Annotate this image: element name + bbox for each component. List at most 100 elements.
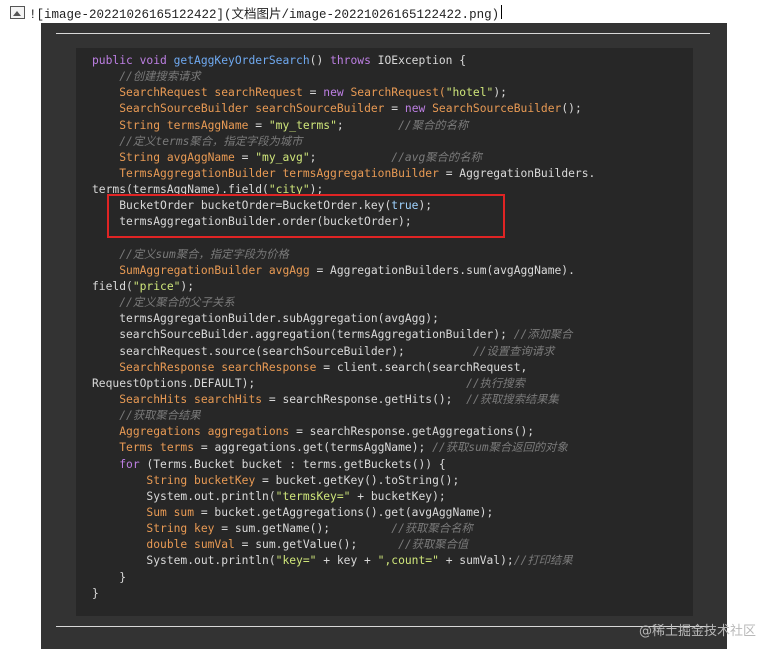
code-token: String avgAggName bbox=[119, 150, 235, 164]
code-token: = searchResponse.getHits(); bbox=[262, 392, 467, 406]
code-token: = aggregations.get(termsAggName); bbox=[194, 441, 433, 455]
code-token: //获取聚合值 bbox=[398, 538, 469, 552]
code-token: String bucketKey bbox=[146, 473, 256, 487]
code-token: ",count=" bbox=[377, 554, 439, 568]
code-line: //定义sum聚合，指定字段为价格 bbox=[92, 247, 595, 263]
top-divider bbox=[56, 33, 710, 34]
code-line: searchRequest.source(searchSourceBuilder… bbox=[92, 344, 595, 360]
code-token: SearchRequest searchRequest bbox=[119, 86, 303, 100]
code-token: ; bbox=[336, 118, 399, 132]
code-token: //聚合的名称 bbox=[398, 118, 469, 132]
code-line: SearchRequest searchRequest = new Search… bbox=[92, 85, 595, 101]
code-token: () bbox=[309, 54, 331, 67]
code-token: = AggregationBuilders. bbox=[438, 166, 596, 180]
code-token: //获取聚合结果 bbox=[119, 409, 201, 423]
code-line: System.out.println("key=" + key + ",coun… bbox=[92, 553, 595, 569]
code-token: = bbox=[384, 102, 405, 116]
markdown-image-text[interactable]: ![image-20221026165122422](文档图片/image-20… bbox=[29, 3, 499, 22]
code-token: SumAggregationBuilder avgAgg bbox=[119, 263, 310, 277]
code-token: double sumVal bbox=[146, 538, 235, 552]
code-line: SearchSourceBuilder searchSourceBuilder … bbox=[92, 101, 595, 117]
code-token: //执行搜索 bbox=[466, 376, 525, 390]
code-token: (Terms.Bucket bucket : terms.getBuckets(… bbox=[146, 457, 446, 471]
code-token: "my_terms" bbox=[268, 118, 337, 132]
code-line: //定义聚合的父子关系 bbox=[92, 295, 595, 311]
code-token: SearchSourceBuilder searchSourceBuilder bbox=[119, 102, 385, 116]
code-token: = bucket.getAggregations().get(avgAggNam… bbox=[194, 505, 494, 519]
code-token: = bbox=[302, 86, 324, 100]
markdown-image-line[interactable]: ![image-20221026165122422](文档图片/image-20… bbox=[10, 3, 503, 22]
code-token: System.out.println( bbox=[92, 554, 276, 568]
code-line: RequestOptions.DEFAULT); //执行搜索 bbox=[92, 376, 595, 392]
code-token: + bucketKey); bbox=[350, 489, 446, 503]
code-token: = client.search(searchRequest, bbox=[316, 360, 528, 374]
code-token: new bbox=[323, 86, 351, 100]
code-token: = searchResponse.getAggregations(); bbox=[289, 425, 535, 439]
code-line: } bbox=[92, 586, 595, 602]
code-token: "my_avg" bbox=[255, 150, 310, 164]
code-token: } bbox=[92, 586, 99, 600]
code-token: //打印结果 bbox=[513, 554, 573, 568]
code-token: SearchHits searchHits bbox=[119, 392, 263, 406]
code-line: Terms terms = aggregations.get(termsAggN… bbox=[92, 440, 595, 456]
code-token: = bbox=[234, 150, 256, 164]
text-caret bbox=[501, 5, 503, 19]
code-token: searchRequest.source(searchSourceBuilder… bbox=[92, 344, 473, 358]
code-line: SumAggregationBuilder avgAgg = Aggregati… bbox=[92, 263, 595, 279]
code-token: String termsAggName bbox=[119, 118, 249, 132]
code-line: //获取聚合结果 bbox=[92, 408, 595, 424]
code-token: for bbox=[119, 457, 147, 471]
code-token: throws bbox=[330, 54, 378, 67]
code-token: //获取搜索结果集 bbox=[466, 392, 559, 406]
code-token: + key + bbox=[316, 554, 378, 568]
code-token: Terms terms bbox=[119, 441, 195, 455]
code-line: SearchResponse searchResponse = client.s… bbox=[92, 360, 595, 376]
code-line: field("price"); bbox=[92, 279, 595, 295]
watermark: @稀土掘金技术社区 bbox=[638, 624, 756, 639]
code-token: //avg聚合的名称 bbox=[391, 150, 482, 164]
code-line: TermsAggregationBuilder termsAggregation… bbox=[92, 166, 595, 182]
code-line: System.out.println("termsKey=" + bucketK… bbox=[92, 489, 595, 505]
code-token: IOException { bbox=[377, 54, 467, 67]
code-block: public void getAggKeyOrderSearch() throw… bbox=[76, 48, 693, 616]
code-token: ); bbox=[180, 279, 195, 293]
code-token: ); bbox=[493, 86, 507, 100]
code-line: for (Terms.Bucket bucket : terms.getBuck… bbox=[92, 457, 595, 473]
code-token: Aggregations aggregations bbox=[119, 425, 290, 439]
code-line: String key = sum.getName(); //获取聚合名称 bbox=[92, 521, 595, 537]
code-token: getAggKeyOrderSearch bbox=[173, 54, 310, 67]
code-line: searchSourceBuilder.aggregation(termsAgg… bbox=[92, 327, 595, 343]
code-token: } bbox=[92, 570, 127, 584]
highlight-box bbox=[107, 194, 505, 238]
code-token: //获取聚合名称 bbox=[391, 522, 473, 536]
code-line: double sumVal = sum.getValue(); //获取聚合值 bbox=[92, 537, 595, 553]
code-line: Aggregations aggregations = searchRespon… bbox=[92, 424, 595, 440]
code-token: String key bbox=[146, 522, 215, 536]
code-line: String termsAggName = "my_terms"; //聚合的名… bbox=[92, 118, 595, 134]
bottom-divider bbox=[56, 626, 710, 627]
code-token: "termsKey=" bbox=[275, 489, 351, 503]
code-token: field( bbox=[92, 279, 133, 293]
code-token: TermsAggregationBuilder termsAggregation… bbox=[119, 166, 439, 180]
code-line: //创建搜索请求 bbox=[92, 69, 595, 85]
code-token: //定义聚合的父子关系 bbox=[119, 296, 235, 310]
code-text: public void getAggKeyOrderSearch() throw… bbox=[92, 53, 595, 602]
code-token: = bbox=[248, 118, 269, 132]
code-token: ; bbox=[309, 150, 392, 164]
code-token: "key=" bbox=[275, 554, 317, 568]
